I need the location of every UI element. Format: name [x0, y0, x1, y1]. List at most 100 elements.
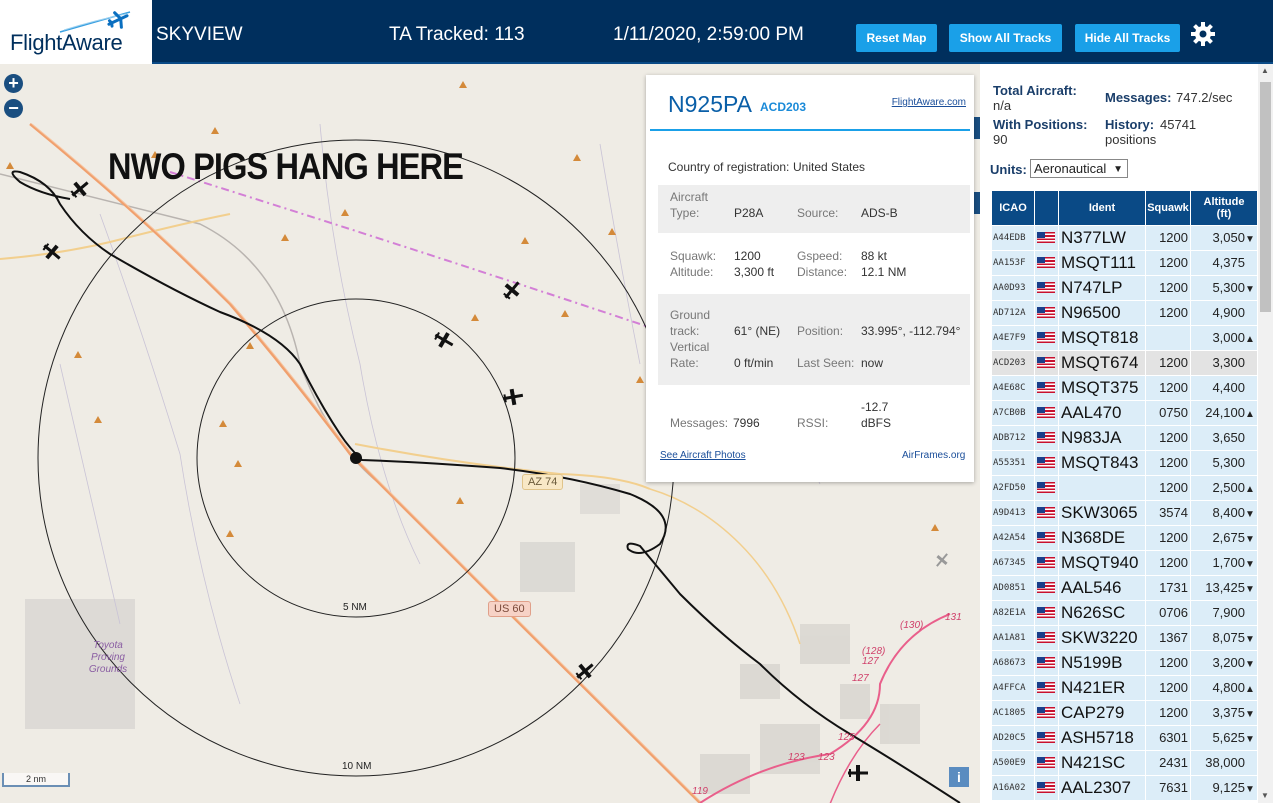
descend-arrow-icon: ▼	[1245, 709, 1255, 720]
row-altitude: 5,300▼	[1191, 276, 1257, 300]
rssi-value: -12.7 dBFS	[861, 400, 892, 430]
squawk-label: Squawk:	[670, 249, 717, 263]
column-header-flag[interactable]	[1035, 191, 1058, 225]
show-all-tracks-button[interactable]: Show All Tracks	[949, 24, 1062, 52]
climb-arrow-icon: ▲	[1245, 484, 1255, 495]
country-value: United States	[793, 160, 866, 174]
table-row[interactable]: A4E7F9 MSQT818 3,000▲	[992, 326, 1257, 350]
table-row[interactable]: A68673 N5199B 1200 3,200▼	[992, 651, 1257, 675]
descend-arrow-icon: ▼	[1245, 659, 1255, 670]
history-value: 45741 positions	[1105, 117, 1197, 147]
ring-5nm-label: 5 NM	[343, 602, 367, 613]
column-header-squawk[interactable]: Squawk	[1146, 191, 1190, 225]
column-header-ident[interactable]: Ident	[1059, 191, 1145, 225]
descend-arrow-icon: ▼	[1245, 734, 1255, 745]
row-flag-cell	[1035, 251, 1058, 275]
messages-rate-value: 747.2/sec	[1176, 90, 1233, 105]
table-row[interactable]: A55351 MSQT843 1200 5,300	[992, 451, 1257, 475]
table-row[interactable]: A4FFCA N421ER 1200 4,800▲	[992, 676, 1257, 700]
table-row[interactable]: AD712A N96500 1200 4,900	[992, 301, 1257, 325]
row-altitude: 4,400	[1191, 376, 1257, 400]
row-squawk: 1200	[1146, 551, 1190, 575]
table-row[interactable]: A7CB0B AAL470 0750 24,100▲	[992, 401, 1257, 425]
climb-arrow-icon: ▲	[1245, 684, 1255, 695]
flightaware-logo[interactable]: FlightAware	[0, 0, 152, 64]
table-row[interactable]: A4E68C MSQT375 1200 4,400	[992, 376, 1257, 400]
zoom-out-button[interactable]: −	[4, 99, 23, 118]
row-altitude-value: 5,300	[1212, 455, 1245, 470]
table-row[interactable]: AA0D93 N747LP 1200 5,300▼	[992, 276, 1257, 300]
flightaware-link[interactable]: FlightAware.com	[892, 97, 966, 108]
messages-rate-label: Messages:	[1105, 90, 1172, 105]
table-row[interactable]: A9D413 SKW3065 3574 8,400▼	[992, 501, 1257, 525]
logo-wordmark: FlightAware	[10, 30, 123, 55]
ground-track-label: Ground track:	[670, 308, 711, 338]
altitude-value: 3,300 ft	[734, 265, 775, 279]
table-row[interactable]: AD0851 AAL546 1731 13,425▼	[992, 576, 1257, 600]
table-row[interactable]: A16A02 AAL2307 7631 9,125▼	[992, 776, 1257, 800]
climb-arrow-icon: ▲	[1245, 334, 1255, 345]
ta-tracked-count: TA Tracked: 113	[389, 24, 525, 45]
hide-all-tracks-button[interactable]: Hide All Tracks	[1075, 24, 1180, 52]
us-flag-icon	[1037, 232, 1055, 243]
airframes-link[interactable]: AirFrames.org	[902, 450, 965, 461]
column-header-icao[interactable]: ICAO	[992, 191, 1034, 225]
scrollbar-thumb[interactable]	[1260, 82, 1271, 312]
row-squawk: 1200	[1146, 676, 1190, 700]
row-altitude: 3,300	[1191, 351, 1257, 375]
row-flag-cell	[1035, 426, 1058, 450]
row-flag-cell	[1035, 326, 1058, 350]
descend-arrow-icon: ▼	[1245, 584, 1255, 595]
row-icao: A4FFCA	[992, 676, 1034, 700]
table-row[interactable]: AA1A81 SKW3220 1367 8,075▼	[992, 626, 1257, 650]
table-row[interactable]: AD20C5 ASH5718 6301 5,625▼	[992, 726, 1257, 750]
gear-icon[interactable]	[1190, 21, 1216, 47]
route-127a-label: 127	[862, 656, 879, 667]
table-row[interactable]: A67345 MSQT940 1200 1,700▼	[992, 551, 1257, 575]
table-row[interactable]: A44EDB N377LW 1200 3,050▼	[992, 226, 1257, 250]
units-label: Units:	[990, 162, 1027, 177]
row-ident: MSQT674	[1059, 351, 1145, 375]
route-123a-label: 123	[788, 752, 805, 763]
row-altitude: 3,050▼	[1191, 226, 1257, 250]
row-ident: ASH5718	[1059, 726, 1145, 750]
popup-divider	[650, 129, 970, 131]
us-flag-icon	[1037, 282, 1055, 293]
table-row[interactable]: ACD203 MSQT674 1200 3,300	[992, 351, 1257, 375]
table-row[interactable]: AC1805 CAP279 1200 3,375▼	[992, 701, 1257, 725]
row-squawk: 1200	[1146, 701, 1190, 725]
row-icao: A67345	[992, 551, 1034, 575]
row-ident: N421SC	[1059, 751, 1145, 775]
table-row[interactable]: ADB712 N983JA 1200 3,650	[992, 426, 1257, 450]
see-aircraft-photos-link[interactable]: See Aircraft Photos	[660, 450, 746, 461]
row-ident: AAL2307	[1059, 776, 1145, 800]
column-header-altitude[interactable]: Altitude (ft)	[1191, 191, 1257, 225]
us-flag-icon	[1037, 407, 1055, 418]
table-row[interactable]: A500E9 N421SC 2431 38,000	[992, 751, 1257, 775]
row-altitude-value: 38,000	[1205, 755, 1245, 770]
scroll-up-icon[interactable]: ▲	[1261, 66, 1269, 75]
row-ident: SKW3220	[1059, 626, 1145, 650]
row-flag-cell	[1035, 351, 1058, 375]
row-icao: A16A02	[992, 776, 1034, 800]
map-scale-bar: 2 nm	[2, 773, 70, 787]
skyview-app: FlightAware SKYVIEW TA Tracked: 113 1/11…	[0, 0, 1273, 803]
units-selected-value: Aeronautical	[1034, 161, 1107, 176]
us-flag-icon	[1037, 332, 1055, 343]
table-row[interactable]: A82E1A N626SC 0706 7,900	[992, 601, 1257, 625]
map-info-button[interactable]: i	[949, 767, 969, 787]
us-flag-icon	[1037, 582, 1055, 593]
row-icao: A82E1A	[992, 601, 1034, 625]
row-altitude-value: 4,375	[1212, 255, 1245, 270]
scroll-down-icon[interactable]: ▼	[1261, 791, 1269, 800]
side-panel-scrollbar[interactable]: ▲ ▼	[1258, 64, 1273, 803]
table-row[interactable]: A42A54 N368DE 1200 2,675▼	[992, 526, 1257, 550]
table-row[interactable]: A2FD50 1200 2,500▲	[992, 476, 1257, 500]
zoom-in-button[interactable]: +	[4, 74, 23, 93]
table-row[interactable]: AA153F MSQT111 1200 4,375	[992, 251, 1257, 275]
row-altitude-value: 4,800	[1212, 680, 1245, 695]
row-icao: A68673	[992, 651, 1034, 675]
reset-map-button[interactable]: Reset Map	[856, 24, 937, 52]
row-altitude: 7,900	[1191, 601, 1257, 625]
units-select[interactable]: Aeronautical ▼	[1030, 159, 1128, 178]
